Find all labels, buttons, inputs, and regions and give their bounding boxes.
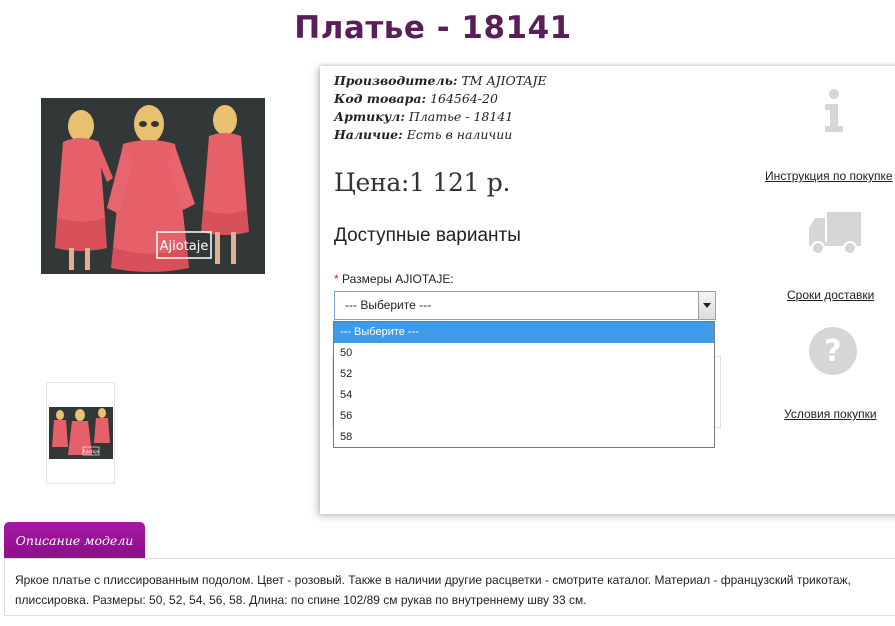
tab-model-description[interactable]: Описание модели — [4, 522, 145, 558]
size-option-54[interactable]: 54 — [334, 385, 714, 406]
page-title: Платье - 18141 — [294, 10, 572, 46]
purchase-terms-link[interactable]: Условия покупки — [784, 407, 877, 421]
size-select[interactable]: --- Выберите --- — [334, 291, 716, 320]
chevron-down-icon[interactable] — [698, 292, 715, 319]
variants-title: Доступные варианты — [334, 225, 521, 246]
description-text: Яркое платье с плиссированным подолом. Ц… — [15, 573, 851, 607]
product-photo-graphic: Ajiotaje — [41, 98, 265, 274]
delivery-terms-link[interactable]: Сроки доставки — [787, 288, 874, 302]
thumb-logo: Ajiotaje — [83, 449, 100, 455]
spec-product-code: Код товара: 164564-20 — [334, 91, 498, 106]
spec-manufacturer: Производитель: ТМ AJIOTAJE — [334, 73, 547, 88]
size-option-52[interactable]: 52 — [334, 364, 714, 385]
photo-logo: Ajiotaje — [160, 239, 209, 254]
size-option-56[interactable]: 56 — [334, 406, 714, 427]
svg-text:?: ? — [824, 334, 841, 369]
product-thumbnail[interactable]: Ajiotaje — [46, 382, 115, 484]
size-option-50[interactable]: 50 — [334, 343, 714, 364]
question-icon: ? — [809, 327, 857, 375]
size-select-label: * Размеры AJIOTAJE: — [334, 272, 454, 286]
size-select-value: --- Выберите --- — [345, 298, 432, 312]
product-main-image[interactable]: Ajiotaje — [41, 98, 265, 274]
required-mark: * — [334, 272, 339, 286]
info-icon — [825, 89, 843, 132]
instruction-link[interactable]: Инструкция по покупке — [765, 169, 893, 183]
product-price: Цена:1 121 р. — [334, 168, 511, 197]
size-option-58[interactable]: 58 — [334, 427, 714, 448]
spec-article: Артикул: Платье - 18141 — [334, 109, 514, 124]
size-dropdown-list: --- Выберите --- 50 52 54 56 58 — [333, 321, 715, 448]
product-specs: Производитель: ТМ AJIOTAJE Код товара: 1… — [334, 72, 694, 144]
thumbnail-image: Ajiotaje — [49, 407, 113, 459]
spec-availability: Наличие: Есть в наличии — [334, 127, 513, 142]
size-option-placeholder[interactable]: --- Выберите --- — [334, 322, 714, 343]
truck-icon — [809, 212, 861, 255]
